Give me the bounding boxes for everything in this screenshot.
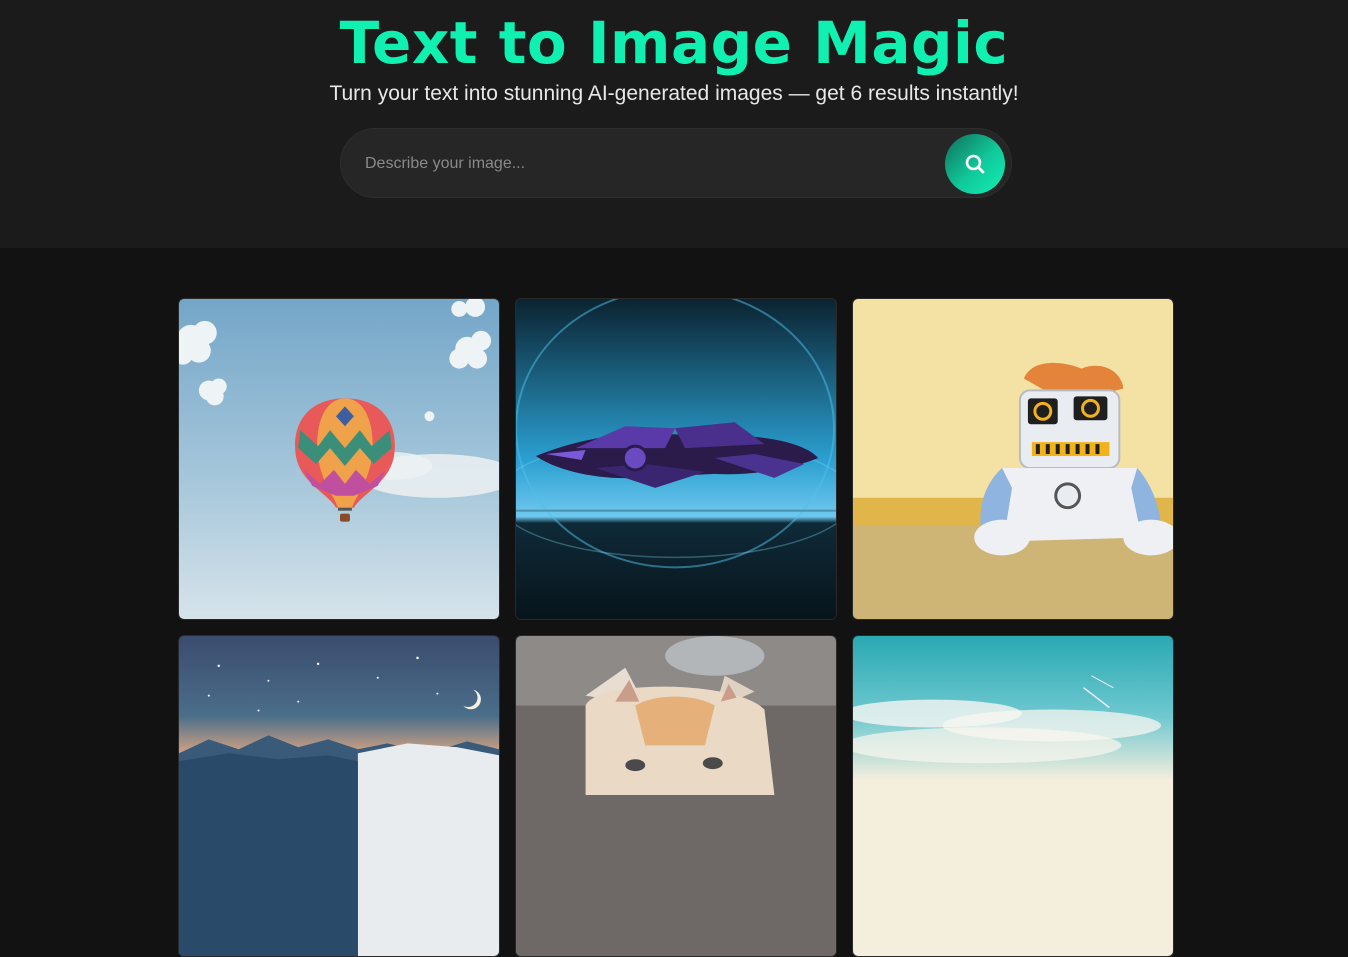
search-bar [340, 128, 1012, 198]
search-input[interactable] [365, 151, 925, 177]
night-mountains-image[interactable] [178, 635, 500, 957]
search-button[interactable] [945, 134, 1005, 194]
page-subtitle: Turn your text into stunning AI-generate… [329, 82, 1019, 105]
spaceship-image[interactable] [515, 298, 837, 620]
robot-plush-image[interactable] [852, 298, 1174, 620]
cat-image[interactable] [515, 635, 837, 957]
hot-air-balloon-image[interactable] [178, 298, 500, 620]
search-icon [965, 154, 985, 174]
sky-image[interactable] [852, 635, 1174, 957]
page-header: Text to Image Magic Turn your text into … [0, 0, 1348, 248]
page-title: Text to Image Magic [339, 9, 1009, 77]
